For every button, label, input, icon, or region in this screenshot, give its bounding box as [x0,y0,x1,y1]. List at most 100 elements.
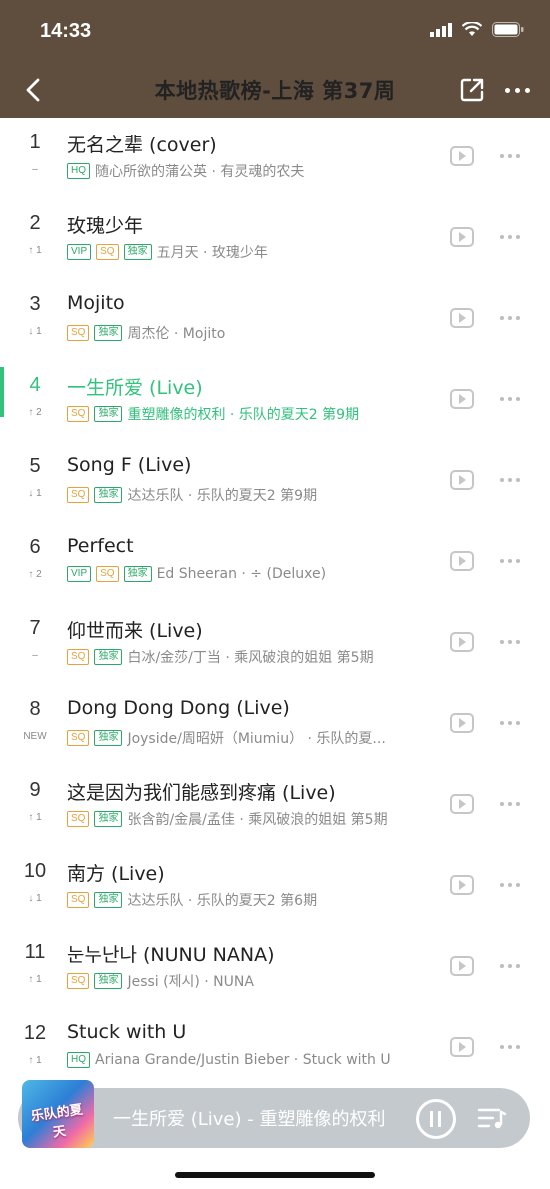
quality-badge: 独家 [94,325,123,341]
artist-album-text: 白冰/金莎/丁当 · 乘风破浪的姐姐 第5期 [127,650,374,666]
song-meta: HQ 随心所欲的蒲公英 · 有灵魂的农夫 [67,161,437,181]
artist-album-text: Ed Sheeran · ÷ (Deluxe) [156,566,327,582]
cellular-signal-icon [430,22,452,37]
song-meta: SQ 独家 Joyside/周昭妍（Miumiu） · 乐队的夏... [67,728,437,748]
song-more-icon[interactable] [500,154,520,158]
share-icon[interactable] [458,76,486,104]
song-more-icon[interactable] [500,802,520,806]
playlist-queue-icon[interactable] [477,1106,507,1130]
now-playing-text[interactable]: 一生所爱 (Live) - 重塑雕像的权利 [113,1105,385,1131]
song-title: Dong Dong Dong (Live) [67,697,290,719]
song-more-icon[interactable] [500,883,520,887]
song-row[interactable]: 11 ↑ 1 눈누난나 (NUNU NANA) SQ 独家 Jessi (제시) · NU… [0,928,550,1009]
mv-play-icon[interactable] [450,227,474,247]
song-meta: SQ 独家 张含韵/金晨/孟佳 · 乘风破浪的姐姐 第5期 [67,809,437,829]
song-meta: VIP SQ 独家 五月天 · 玫瑰少年 [67,242,437,262]
song-row[interactable]: 12 ↑ 1 Stuck with U HQ Ariana Grande/Justin … [0,1009,550,1090]
artist-album-text: 张含韵/金晨/孟佳 · 乘风破浪的姐姐 第5期 [127,812,388,828]
mv-play-icon[interactable] [450,875,474,895]
quality-badge: 独家 [94,487,123,503]
pause-button[interactable] [416,1099,456,1139]
song-rank: 9 [29,779,41,801]
artist-album-text: Ariana Grande/Justin Bieber · Stuck with… [95,1052,391,1068]
rank-change: ↑ 1 [28,245,42,256]
mv-play-icon[interactable] [450,389,474,409]
song-rank: 6 [29,536,41,558]
song-more-icon[interactable] [500,1045,520,1049]
quality-badge: 独家 [94,649,123,665]
mv-play-icon[interactable] [450,956,474,976]
song-more-icon[interactable] [500,964,520,968]
quality-badge: SQ [67,487,90,503]
home-indicator[interactable] [175,1172,375,1178]
song-row[interactable]: 2 ↑ 1 玫瑰少年 VIP SQ 独家 五月天 · 玫瑰少年 [0,199,550,280]
quality-badge: VIP [67,566,92,582]
quality-badge: VIP [67,244,92,260]
song-title: Mojito [67,292,125,314]
rank-change: NEW [23,731,47,742]
song-row[interactable]: 9 ↑ 1 这是因为我们能感到疼痛 (Live) SQ 独家 张含韵/金晨/孟佳 · 乘风… [0,766,550,847]
status-time: 14:33 [40,20,92,42]
rank-change: ↑ 1 [28,812,42,823]
mv-play-icon[interactable] [450,551,474,571]
artist-album-text: Joyside/周昭妍（Miumiu） · 乐队的夏... [127,731,386,747]
more-options-icon[interactable] [505,88,530,93]
quality-badge: HQ [67,1052,90,1068]
status-bar: 14:33 [0,0,550,62]
song-title: 南方 (Live) [67,863,165,885]
mv-play-icon[interactable] [450,146,474,166]
song-more-icon[interactable] [500,559,520,563]
song-row[interactable]: 3 ↓ 1 Mojito SQ 独家 周杰伦 · Mojito [0,280,550,361]
song-meta: SQ 独家 周杰伦 · Mojito [67,323,437,343]
rank-change: ↓ 1 [28,488,42,499]
song-row[interactable]: 5 ↓ 1 Song F (Live) SQ 独家 达达乐队 · 乐队的夏天2 第9期 [0,442,550,523]
rank-change: – [32,164,38,175]
mv-play-icon[interactable] [450,632,474,652]
song-more-icon[interactable] [500,721,520,725]
mv-play-icon[interactable] [450,1037,474,1057]
song-title: Stuck with U [67,1021,187,1043]
quality-badge: SQ [67,730,90,746]
quality-badge: SQ [67,406,90,422]
song-rank: 3 [29,293,41,315]
album-cover[interactable]: 乐队的夏天 [22,1080,94,1148]
song-row[interactable]: 4 ↑ 2 一生所爱 (Live) SQ 独家 重塑雕像的权利 · 乐队的夏天2 第9期 [0,361,550,442]
song-row[interactable]: 8 NEW Dong Dong Dong (Live) SQ 独家 Joyside/周昭妍… [0,685,550,766]
song-row[interactable]: 7 – 仰世而来 (Live) SQ 独家 白冰/金莎/丁当 · 乘风破浪的姐姐 第5期 [0,604,550,685]
mv-play-icon[interactable] [450,308,474,328]
song-more-icon[interactable] [500,478,520,482]
mv-play-icon[interactable] [450,794,474,814]
song-row[interactable]: 1 – 无名之辈 (cover) HQ 随心所欲的蒲公英 · 有灵魂的农夫 [0,118,550,199]
song-title: 一生所爱 (Live) [67,377,203,399]
song-meta: VIP SQ 独家 Ed Sheeran · ÷ (Deluxe) [67,566,437,582]
song-meta: SQ 独家 重塑雕像的权利 · 乐队的夏天2 第9期 [67,404,437,424]
artist-album-text: 五月天 · 玫瑰少年 [156,245,268,261]
quality-badge: 独家 [94,406,123,422]
rank-change: ↑ 1 [28,1055,42,1066]
artist-album-text: 重塑雕像的权利 · 乐队的夏天2 第9期 [127,407,360,423]
song-meta: HQ Ariana Grande/Justin Bieber · Stuck wi… [67,1052,437,1068]
song-more-icon[interactable] [500,397,520,401]
mv-play-icon[interactable] [450,470,474,490]
song-rank: 5 [29,455,41,477]
quality-badge: SQ [96,244,119,260]
artist-album-text: 达达乐队 · 乐队的夏天2 第6期 [127,893,318,909]
wifi-icon [462,22,482,36]
song-rank: 8 [29,698,41,720]
song-title: 仰世而来 (Live) [67,620,203,642]
song-more-icon[interactable] [500,640,520,644]
song-more-icon[interactable] [500,235,520,239]
quality-badge: SQ [67,973,90,989]
rank-change: ↓ 1 [28,893,42,904]
song-more-icon[interactable] [500,316,520,320]
song-rank: 11 [24,941,46,963]
mv-play-icon[interactable] [450,713,474,733]
mini-player[interactable]: 一生所爱 (Live) - 重塑雕像的权利 [18,1088,530,1148]
song-rank: 4 [29,374,41,396]
rank-change: ↓ 1 [28,326,42,337]
album-cover-logo: 乐队的夏天 [30,1102,84,1141]
song-row[interactable]: 10 ↓ 1 南方 (Live) SQ 独家 达达乐队 · 乐队的夏天2 第6期 [0,847,550,928]
artist-album-text: 随心所欲的蒲公英 · 有灵魂的农夫 [95,164,305,180]
quality-badge: SQ [67,892,90,908]
song-row[interactable]: 6 ↑ 2 Perfect VIP SQ 独家 Ed Sheeran · ÷ (Deluxe… [0,523,550,604]
